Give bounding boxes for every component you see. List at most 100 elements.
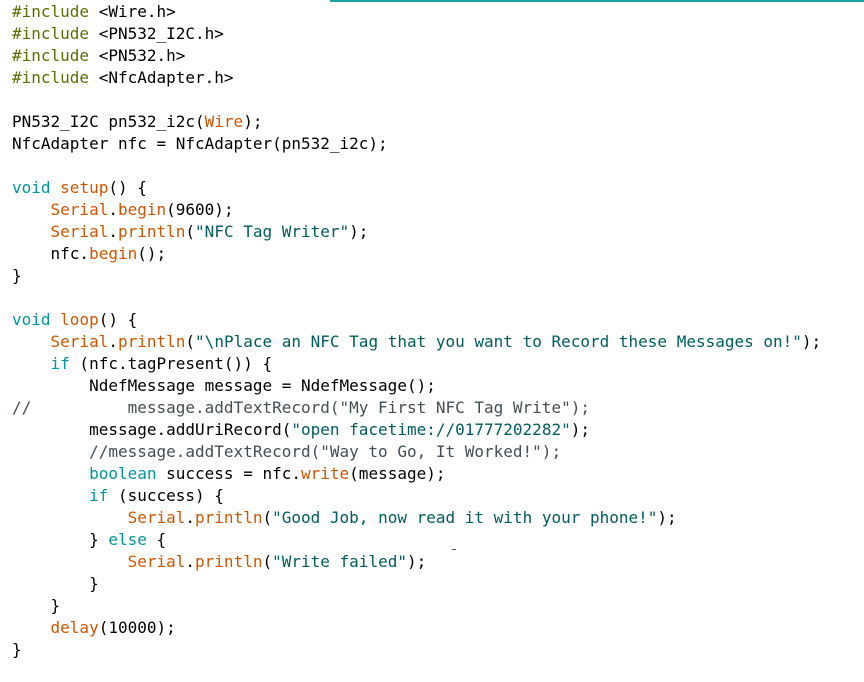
code-token: . (185, 508, 196, 527)
code-token: <NfcAdapter.h> (89, 68, 234, 87)
code-token: //message.addTextRecord("Way to Go, It W… (89, 442, 562, 461)
code-line[interactable]: Serial.println("\nPlace an NFC Tag that … (12, 331, 864, 353)
code-token: (message); (349, 464, 446, 483)
code-token: <PN532.h> (89, 46, 186, 65)
code-token: . (108, 332, 118, 351)
code-token: ); (243, 112, 263, 131)
code-token: } (12, 266, 22, 285)
code-token: . (185, 552, 196, 571)
text-cursor (452, 549, 456, 550)
code-token: <Wire.h> (89, 2, 176, 21)
code-token: (success) { (108, 486, 224, 505)
code-token: ); (657, 508, 677, 527)
code-token: println (117, 332, 186, 351)
code-token: setup (60, 178, 109, 197)
code-token: message.addUriRecord( (12, 420, 292, 439)
code-token: ( (262, 508, 273, 527)
code-line[interactable]: if (success) { (12, 485, 864, 507)
code-token: #include (12, 68, 90, 87)
code-line[interactable]: Serial.println("Good Job, now read it wi… (12, 507, 864, 529)
code-line[interactable]: } (12, 595, 864, 617)
code-token: // message.addTextRecord("My First NFC T… (12, 398, 590, 417)
code-token: void (12, 310, 51, 329)
code-line[interactable]: if (nfc.tagPresent()) { (12, 353, 864, 375)
code-line[interactable]: delay(10000); (12, 617, 864, 639)
code-token: . (108, 200, 118, 219)
code-token: nfc. (12, 244, 90, 263)
code-token: #include (12, 24, 90, 43)
code-token: NfcAdapter nfc = NfcAdapter(pn532_i2c); (12, 134, 388, 153)
code-token: . (108, 222, 118, 241)
code-token: println (117, 222, 186, 241)
code-line[interactable] (12, 89, 864, 111)
code-token: "open facetime://01777202282" (291, 420, 571, 439)
code-token: println (195, 552, 263, 571)
code-token: #include (12, 46, 90, 65)
code-line[interactable]: #include <Wire.h> (12, 1, 864, 23)
code-token: if (89, 486, 109, 505)
code-token: "Write failed" (272, 552, 407, 571)
code-token: ( (185, 332, 196, 351)
code-line[interactable]: #include <PN532.h> (12, 45, 864, 67)
code-line[interactable]: message.addUriRecord("open facetime://01… (12, 419, 864, 441)
code-line[interactable]: void setup() { (12, 177, 864, 199)
code-token: ); (570, 420, 590, 439)
code-line[interactable]: PN532_I2C pn532_i2c(Wire); (12, 111, 864, 133)
code-line[interactable]: nfc.begin(); (12, 243, 864, 265)
code-line[interactable]: boolean success = nfc.write(message); (12, 463, 864, 485)
code-token: "Good Job, now read it with your phone!" (272, 508, 658, 527)
code-line[interactable]: Serial.begin(9600); (12, 199, 864, 221)
code-line[interactable]: Serial.println("Write failed"); (12, 551, 864, 573)
code-line[interactable]: NdefMessage message = NdefMessage(); (12, 375, 864, 397)
code-token: if (50, 354, 70, 373)
code-token: delay (50, 618, 99, 637)
code-line[interactable]: } (12, 265, 864, 287)
code-line[interactable] (12, 155, 864, 177)
code-token: Serial (127, 552, 186, 571)
code-line[interactable]: // message.addTextRecord("My First NFC T… (12, 397, 864, 419)
code-token: () { (108, 178, 147, 197)
code-line[interactable]: } else { (12, 529, 864, 551)
code-token: loop (60, 310, 99, 329)
code-token: (nfc.tagPresent()) { (69, 354, 273, 373)
code-token: NdefMessage message = NdefMessage(); (12, 376, 436, 395)
code-token: begin (89, 244, 138, 263)
code-token: (); (137, 244, 167, 263)
code-token: (9600); (166, 200, 234, 219)
code-line[interactable]: #include <NfcAdapter.h> (12, 67, 864, 89)
code-token: ); (406, 552, 427, 571)
code-line[interactable]: //message.addTextRecord("Way to Go, It W… (12, 441, 864, 463)
code-token: } (12, 640, 22, 659)
code-token: begin (117, 200, 167, 219)
code-token: ); (349, 222, 369, 241)
code-token: write (301, 464, 350, 483)
code-token: "NFC Tag Writer" (195, 222, 350, 241)
code-token: else (108, 530, 147, 549)
code-line[interactable]: Serial.println("NFC Tag Writer"); (12, 221, 864, 243)
code-line[interactable]: #include <PN532_I2C.h> (12, 23, 864, 45)
code-token: println (195, 508, 263, 527)
code-line[interactable]: } (12, 573, 864, 595)
code-line[interactable]: void loop() { (12, 309, 864, 331)
code-editor[interactable]: #include <Wire.h> #include <PN532_I2C.h> #… (12, 1, 864, 682)
code-line[interactable]: NfcAdapter nfc = NfcAdapter(pn532_i2c); (12, 133, 864, 155)
code-token: ); (801, 332, 822, 351)
code-token: Serial (50, 200, 109, 219)
code-token: #include (12, 2, 90, 21)
code-token: ( (262, 552, 273, 571)
code-line[interactable] (12, 287, 864, 309)
code-token: () { (98, 310, 138, 329)
code-line[interactable]: } (12, 639, 864, 661)
code-token: boolean (89, 464, 157, 483)
code-token: Wire (204, 112, 244, 131)
